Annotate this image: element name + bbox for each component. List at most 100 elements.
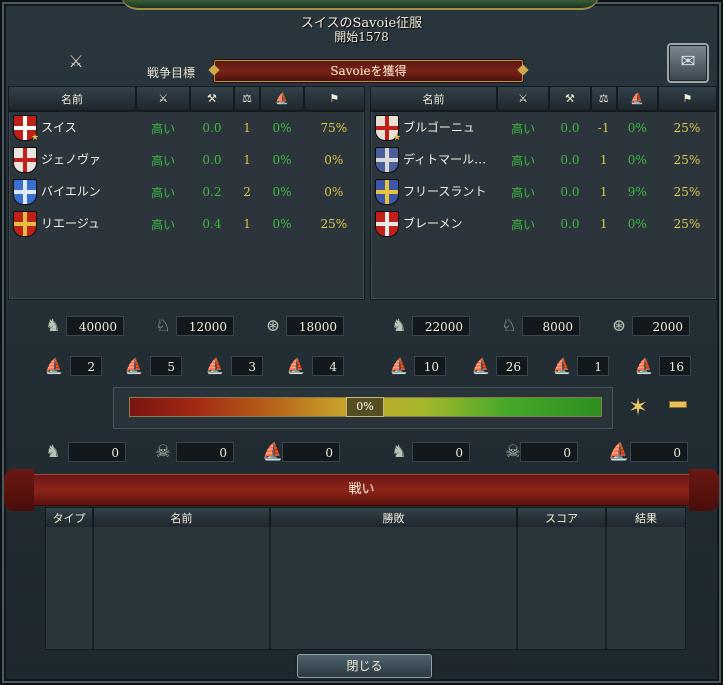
participant-value-2: 1 — [243, 153, 251, 167]
participant-row[interactable]: ★ブルゴーニュ 高い 0.0 -1 0% 25% — [371, 111, 716, 144]
country-flag-icon[interactable] — [375, 147, 399, 173]
participant-value-1: 0.0 — [560, 153, 580, 167]
column-header-name[interactable]: 名前 — [371, 87, 498, 112]
ship-icon[interactable]: ⛵ — [616, 87, 659, 112]
warscore-percent: 0% — [346, 397, 384, 417]
attackers-panel: 名前 ⚔ ⚒ ⚖ ⛵ ⚑ ★スイス 高い 0.0 1 0% 75% ジェノヴァ 高い 0.0 1 0… — [8, 86, 365, 300]
participant-enthusiasm: 高い — [151, 185, 176, 200]
attacker-heavy-ships: 2 — [70, 356, 102, 376]
attacker-cavalry: 12000 — [176, 316, 234, 336]
soldier-icon[interactable]: ⚑ — [657, 87, 716, 112]
scales-icon[interactable]: ⚖ — [233, 87, 262, 112]
top-ornament — [120, 0, 600, 10]
defender-infantry: 22000 — [412, 316, 470, 336]
attacker-transports: 4 — [312, 356, 344, 376]
participant-value-4: 25% — [673, 217, 701, 231]
attacker-light-ships: 5 — [150, 356, 182, 376]
participant-name-cell: リエージュ — [9, 208, 136, 240]
attacker-infantry-losses: 0 — [68, 442, 126, 462]
participant-value-2: -1 — [597, 121, 610, 135]
defender-cavalry: 8000 — [522, 316, 580, 336]
participant-value-1: 0.0 — [560, 217, 580, 231]
battles-header-type[interactable]: タイプ — [46, 508, 94, 527]
participant-value-4: 25% — [320, 217, 348, 231]
crossed-swords-icon[interactable]: ⚔ — [136, 87, 192, 112]
participant-enthusiasm: 高い — [151, 217, 176, 232]
participant-enthusiasm: 高い — [511, 153, 536, 168]
ship-losses-icon: ⛵ — [608, 442, 630, 462]
defender-ship-losses: 0 — [630, 442, 688, 462]
participant-value-2: 2 — [243, 185, 251, 199]
participant-name-cell: ブレーメン — [371, 208, 497, 240]
participant-enthusiasm: 高い — [511, 217, 536, 232]
heavy-ship-icon: ⛵ — [44, 357, 64, 375]
infantry-icon: ♞ — [391, 316, 407, 336]
country-flag-icon[interactable] — [375, 211, 399, 237]
crossed-axes-icon[interactable]: ⚒ — [549, 87, 592, 112]
participant-row[interactable]: ★スイス 高い 0.0 1 0% 75% — [9, 111, 364, 144]
war-leader-star-icon: ★ — [31, 132, 40, 143]
participant-name-cell: ★ブルゴーニュ — [371, 111, 497, 144]
participant-value-4: 25% — [673, 121, 701, 135]
participant-value-2: 1 — [243, 121, 251, 135]
battles-header-name[interactable]: 名前 — [93, 508, 271, 527]
country-flag-icon[interactable] — [375, 179, 399, 205]
cavalry-icon: ♘ — [155, 316, 171, 336]
peace-offer-scroll-button[interactable]: ✉ — [667, 43, 709, 83]
country-name: ブルゴーニュ — [403, 120, 475, 135]
participant-row[interactable]: バイエルン 高い 0.2 2 0% 0% — [9, 176, 364, 208]
participant-enthusiasm: 高い — [511, 121, 536, 136]
battles-header-result[interactable]: 勝敗 — [270, 508, 518, 527]
defender-attrition-losses: 0 — [520, 442, 578, 462]
participant-value-4: 75% — [320, 121, 348, 135]
cavalry-icon: ♘ — [501, 316, 517, 336]
infantry-losses-icon: ♞ — [45, 442, 61, 462]
transport-icon: ⛵ — [634, 357, 654, 375]
participant-enthusiasm: 高い — [151, 153, 176, 168]
country-name: バイエルン — [41, 184, 101, 199]
country-flag-icon[interactable] — [13, 211, 37, 237]
crossed-axes-icon[interactable]: ⚒ — [190, 87, 235, 112]
participant-row[interactable]: フリースラント 高い 0.0 1 9% 25% — [371, 176, 716, 208]
participant-row[interactable]: ブレーメン 高い 0.0 1 0% 25% — [371, 208, 716, 240]
close-button[interactable]: 閉じる — [297, 654, 432, 678]
artillery-icon: ⊛ — [265, 316, 281, 336]
defender-transports: 16 — [659, 356, 691, 376]
ship-icon[interactable]: ⛵ — [260, 87, 305, 112]
soldier-icon[interactable]: ⚑ — [303, 87, 364, 112]
participant-value-1: 0.0 — [202, 153, 222, 167]
scales-icon[interactable]: ⚖ — [590, 87, 618, 112]
battles-header-outcome[interactable]: 結果 — [606, 508, 685, 527]
participant-name-cell: フリースラント — [371, 176, 497, 208]
participant-value-3: 0% — [272, 185, 292, 199]
participant-row[interactable]: ディトマール… 高い 0.0 1 0% 25% — [371, 144, 716, 176]
country-name: ジェノヴァ — [41, 152, 102, 167]
country-flag-icon[interactable] — [13, 179, 37, 205]
peace-negotiation-icon[interactable]: ✶ — [622, 392, 654, 422]
participant-value-1: 0.0 — [560, 185, 580, 199]
defender-artillery: 2000 — [632, 316, 690, 336]
participant-value-3: 0% — [627, 217, 647, 231]
light-ship-icon: ⛵ — [471, 357, 491, 375]
participant-value-3: 0% — [627, 153, 647, 167]
wargoal-label: 戦争目標 — [147, 66, 196, 80]
participant-value-1: 0.0 — [202, 121, 222, 135]
country-flag-icon[interactable] — [13, 147, 37, 173]
attacker-ship-losses: 0 — [282, 442, 340, 462]
battles-banner: 戦い — [4, 469, 719, 511]
country-name: ディトマール… — [403, 152, 487, 167]
participant-value-1: 0.4 — [202, 217, 222, 231]
participant-row[interactable]: ジェノヴァ 高い 0.0 1 0% 0% — [9, 144, 364, 176]
participant-value-2: 1 — [243, 217, 251, 231]
participant-value-3: 0% — [272, 153, 292, 167]
defender-galleys: 1 — [577, 356, 609, 376]
attacker-infantry: 40000 — [66, 316, 124, 336]
minus-icon[interactable] — [669, 401, 687, 408]
participant-value-2: 1 — [599, 185, 608, 199]
battles-header-score[interactable]: スコア — [517, 508, 607, 527]
participant-row[interactable]: リエージュ 高い 0.4 1 0% 25% — [9, 208, 364, 240]
wargoal-value[interactable]: Savoieを獲得 — [214, 60, 523, 82]
crossed-swords-icon[interactable]: ⚔ — [497, 87, 551, 112]
participant-name-cell: バイエルン — [9, 176, 136, 208]
column-header-name[interactable]: 名前 — [9, 87, 137, 112]
